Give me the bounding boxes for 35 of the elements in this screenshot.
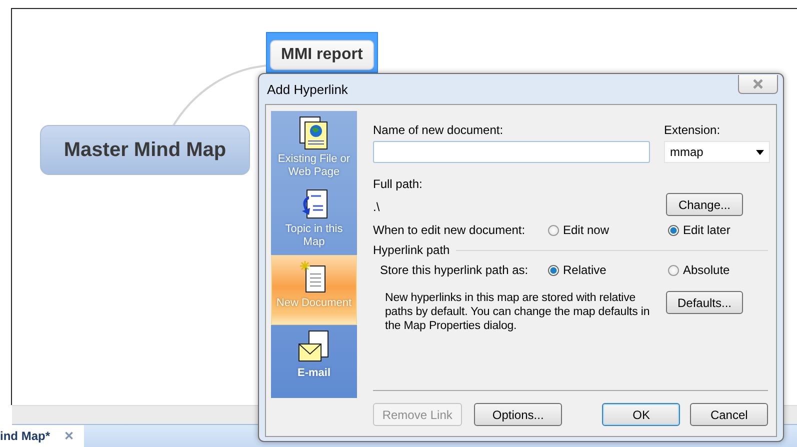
dropdown-caret-icon [756,150,764,154]
document-globe-icon [299,116,329,150]
topic-selection-frame[interactable]: MMI report [266,32,378,73]
section-title: Hyperlink path [373,243,450,257]
window-title: Add Hyperlink [267,82,348,96]
name-field[interactable] [373,141,650,163]
link-type-label: New Document [276,297,352,310]
document-tab[interactable]: ind Map* ✕ [0,425,84,447]
envelope-icon [298,330,330,364]
field-label: Extension: [664,123,722,137]
extension-dropdown[interactable]: mmap [664,141,770,163]
link-type-label: E-mail [297,367,330,380]
new-document-icon [300,260,328,294]
defaults-button[interactable]: Defaults... [666,291,743,314]
link-type-label: Existing File or Web Page [276,153,352,179]
dialog-button[interactable]: OK [602,403,680,426]
tab-label: ind Map* [0,429,50,443]
radio-button[interactable]: Absolute [668,263,730,277]
central-topic[interactable]: Master Mind Map [40,125,250,175]
help-text: New hyperlinks in this map are stored with relative paths by default. You can change the map defaults in the Map Properties dialog. [385,291,651,333]
option-label: Store this hyperlink path as: [380,263,530,277]
subtopic[interactable]: MMI report [270,40,374,70]
link-type-label: Topic in this Map [284,223,344,249]
field-label: Full path: [373,177,424,191]
radio-button[interactable]: Relative [548,263,668,277]
field-label: Name of new document: [373,123,504,137]
dialog-button[interactable]: Cancel [690,403,768,426]
radio-button[interactable]: Edit now [548,223,668,237]
radio-button[interactable]: Edit later [668,223,730,237]
close-button[interactable] [738,74,778,94]
full-path-value: .\ [373,200,380,214]
option-label: When to edit new document: [373,223,526,237]
close-icon [752,78,764,88]
change-button[interactable]: Change... [666,193,743,216]
dialog-button[interactable]: Options... [474,403,562,426]
